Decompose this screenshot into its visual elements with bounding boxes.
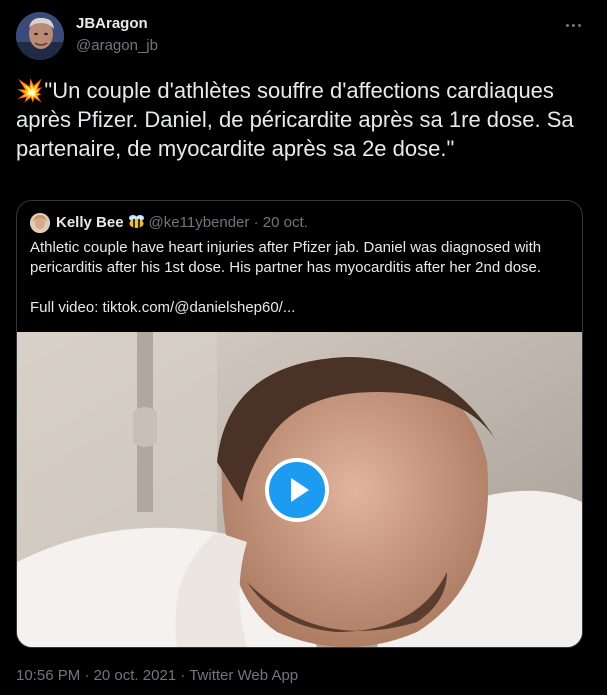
quoted-date: 20 oct. — [262, 214, 308, 231]
tweet-body: "Un couple d'athlètes souffre d'affectio… — [16, 78, 574, 161]
source-label: Twitter Web App — [189, 667, 299, 684]
tweet-text: 💥"Un couple d'athlètes souffre d'affecti… — [16, 76, 591, 163]
quoted-link-line: Full video: tiktok.com/@danielshep60/... — [30, 299, 296, 316]
profile-photo — [16, 12, 64, 60]
quoted-text: Athletic couple have heart injuries afte… — [30, 238, 570, 318]
collision-emoji: 💥 — [16, 78, 44, 103]
bee-emoji-icon — [128, 214, 145, 233]
quoted-author-avatar — [30, 213, 50, 233]
video-player[interactable] — [17, 332, 582, 647]
quoted-handle: @ke11ybender — [148, 214, 250, 231]
quoted-header: Kelly Bee @ke11ybender · 20 oct. — [56, 214, 308, 233]
quoted-separator: · — [253, 214, 259, 231]
timestamp-link[interactable]: 10:56 PM — [16, 667, 80, 684]
play-button[interactable] — [265, 458, 329, 522]
date-link[interactable]: 20 oct. 2021 — [94, 667, 177, 684]
more-options-button[interactable] — [558, 12, 588, 38]
more-horizontal-icon — [565, 23, 581, 27]
quoted-display-name: Kelly Bee — [56, 214, 124, 231]
play-icon — [291, 478, 309, 502]
quoted-body: Athletic couple have heart injuries afte… — [30, 239, 542, 276]
quoted-tweet-card[interactable]: Kelly Bee @ke11ybender · 20 oct. Athletic… — [16, 200, 583, 648]
author-display-name[interactable]: JBAragon — [76, 15, 148, 32]
meta-separator-2: · — [176, 667, 190, 684]
quoted-profile-photo — [30, 213, 50, 233]
author-handle[interactable]: @aragon_jb — [76, 37, 158, 54]
meta-separator: · — [80, 667, 94, 684]
author-avatar[interactable] — [16, 12, 64, 60]
tweet-metadata: 10:56 PM · 20 oct. 2021 · Twitter Web Ap… — [16, 667, 298, 684]
